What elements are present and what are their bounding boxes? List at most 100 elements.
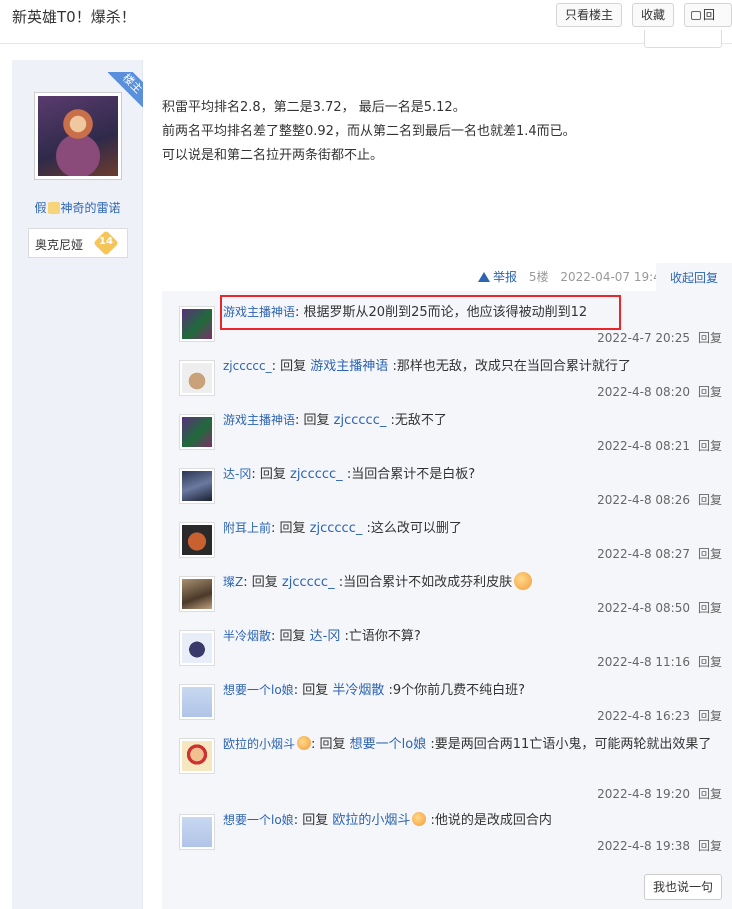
- reply-word: 回复: [251, 575, 282, 590]
- reply-username[interactable]: 欧拉的小烟斗: [223, 737, 295, 751]
- author-name-prefix: 假: [34, 201, 47, 215]
- header-tab-edge: [644, 30, 722, 48]
- reply-username[interactable]: 附耳上前: [223, 521, 271, 535]
- reply-body: :9个你前几费不纯白班?: [388, 683, 526, 698]
- reply-body: :这么改可以删了: [366, 521, 462, 536]
- reply-username[interactable]: 半冷烟散: [223, 629, 271, 643]
- reply-to-comment-link[interactable]: 回复: [698, 839, 722, 853]
- favorite-button[interactable]: 收藏: [632, 3, 675, 27]
- warning-icon: [478, 272, 490, 282]
- reply-avatar[interactable]: [179, 522, 215, 558]
- reply-time: 2022-4-8 19:38: [597, 839, 690, 853]
- reply-text: 想要一个lo娘: 回复 欧拉的小烟斗 :他说的是改成回合内: [223, 812, 552, 828]
- reply-to-comment-link[interactable]: 回复: [698, 493, 722, 507]
- reply-body: :他说的是改成回合内: [430, 813, 552, 828]
- reply-username[interactable]: zjccccc_: [223, 359, 272, 373]
- reply-avatar[interactable]: [179, 576, 215, 612]
- reply-target-user[interactable]: zjccccc_: [290, 467, 343, 482]
- reply-username[interactable]: 游戏主播神语: [223, 305, 295, 319]
- reply-username[interactable]: 达-冈: [223, 467, 251, 481]
- reply-target-user[interactable]: zjccccc_: [282, 575, 335, 590]
- op-ribbon: 楼主: [108, 72, 143, 107]
- collapse-replies-link[interactable]: 收起回复: [656, 263, 732, 293]
- report-link[interactable]: 举报: [478, 270, 517, 284]
- reply-time: 2022-4-8 16:23: [597, 709, 690, 723]
- reply-body: :无敌不了: [390, 413, 447, 428]
- reply-to-comment-link[interactable]: 回复: [698, 601, 722, 615]
- reply-body: :当回合累计不是白板?: [346, 467, 476, 482]
- forum-level-badge[interactable]: 奥克尼娅 14: [28, 228, 128, 258]
- reply-word: 回复: [259, 467, 290, 482]
- reply-icon: [691, 11, 701, 20]
- reply-username[interactable]: 想要一个lo娘: [223, 683, 294, 697]
- reply-button[interactable]: 回复: [684, 3, 732, 44]
- only-op-button[interactable]: 只看楼主: [556, 3, 623, 27]
- reply-to-comment-link[interactable]: 回复: [698, 331, 722, 345]
- op-badge: 楼主: [108, 72, 143, 107]
- reply-target-user[interactable]: 达-冈: [310, 629, 341, 644]
- say-something-button[interactable]: 我也说一句: [644, 874, 722, 900]
- reply-time: 2022-4-8 11:16: [597, 655, 690, 669]
- reply-body: 根据罗斯从20削到25而论，他应该得被动削到12: [303, 305, 588, 320]
- reply-meta: 2022-4-7 20:25 回复: [597, 329, 722, 346]
- reply-avatar[interactable]: [179, 814, 215, 850]
- avatar-image: [182, 817, 212, 847]
- reply-avatar[interactable]: [179, 738, 215, 774]
- reply-text: 达-冈: 回复 zjccccc_ :当回合累计不是白板?: [223, 467, 476, 482]
- thread-header: 新英雄T0！爆杀！ 只看楼主 收藏 回复: [0, 0, 732, 48]
- reply-username[interactable]: 想要一个lo娘: [223, 813, 294, 827]
- reply-target-user[interactable]: zjccccc_: [310, 521, 363, 536]
- reply-target-user[interactable]: 半冷烟散: [332, 683, 384, 698]
- reply-item: 想要一个lo娘: 回复 半冷烟散 :9个你前几费不纯白班? 2022-4-8 16…: [162, 669, 732, 723]
- reply-to-comment-link[interactable]: 回复: [698, 385, 722, 399]
- reply-item: 璨Z: 回复 zjccccc_ :当回合累计不如改成芬利皮肤 2022-4-8 0…: [162, 561, 732, 615]
- reply-avatar[interactable]: [179, 684, 215, 720]
- reply-meta: 2022-4-8 08:27 回复: [597, 545, 722, 562]
- reply-text: 半冷烟散: 回复 达-冈 :亡语你不算?: [223, 629, 421, 644]
- reply-meta: 2022-4-8 08:21 回复: [597, 437, 722, 454]
- reply-to-comment-link[interactable]: 回复: [698, 655, 722, 669]
- post-line: 可以说是和第二名拉开两条街都不止。: [162, 148, 384, 163]
- author-name[interactable]: 假神奇的雷诺: [12, 199, 143, 216]
- reply-word: 回复: [279, 521, 310, 536]
- reply-text: 璨Z: 回复 zjccccc_ :当回合累计不如改成芬利皮肤: [223, 571, 723, 594]
- post-line: 积雷平均排名2.8，第二是3.72， 最后一名是5.12。: [162, 100, 466, 115]
- reply-time: 2022-4-8 08:50: [597, 601, 690, 615]
- author-name-suffix: 神奇的雷诺: [60, 201, 121, 215]
- reply-avatar[interactable]: [179, 360, 215, 396]
- reply-to-comment-link[interactable]: 回复: [698, 439, 722, 453]
- reply-text: zjccccc_: 回复 游戏主播神语 :那样也无敌，改成只在当回合累计就行了: [223, 359, 631, 374]
- emoji-icon: [412, 812, 427, 826]
- reply-target-user[interactable]: zjccccc_: [334, 413, 387, 428]
- reply-item: 想要一个lo娘: 回复 欧拉的小烟斗 :他说的是改成回合内 2022-4-8 19…: [162, 799, 732, 853]
- reply-body: :要是两回合两11亡语小鬼，可能两轮就出效果了: [430, 737, 712, 752]
- reply-username[interactable]: 璨Z: [223, 575, 243, 589]
- reply-word: 回复: [319, 737, 350, 752]
- level-icon: 14: [93, 230, 119, 256]
- reply-text: 欧拉的小烟斗: 回复 想要一个lo娘 :要是两回合两11亡语小鬼，可能两轮就出效…: [223, 736, 712, 752]
- reply-to-comment-link[interactable]: 回复: [698, 709, 722, 723]
- reply-time: 2022-4-8 08:20: [597, 385, 690, 399]
- reply-target-user[interactable]: 欧拉的小烟斗: [332, 813, 410, 828]
- post-time: 2022-04-07 19:40: [560, 270, 669, 284]
- reply-avatar[interactable]: [179, 414, 215, 450]
- forum-level-name: 奥克尼娅: [35, 238, 84, 252]
- reply-text: 想要一个lo娘: 回复 半冷烟散 :9个你前几费不纯白班?: [223, 683, 526, 698]
- reply-username[interactable]: 游戏主播神语: [223, 413, 295, 427]
- reply-text: 附耳上前: 回复 zjccccc_ :这么改可以删了: [223, 521, 462, 536]
- reply-target-user[interactable]: 想要一个lo娘: [350, 737, 427, 752]
- reply-time: 2022-4-8 08:27: [597, 547, 690, 561]
- reply-meta: 2022-4-8 11:16 回复: [597, 653, 722, 670]
- reply-time: 2022-4-7 20:25: [597, 331, 690, 345]
- reply-text: 游戏主播神语: 根据罗斯从20削到25而论，他应该得被动削到12: [223, 305, 588, 320]
- reply-item: 附耳上前: 回复 zjccccc_ :这么改可以删了 2022-4-8 08:27…: [162, 507, 732, 561]
- reply-target-user[interactable]: 游戏主播神语: [310, 359, 388, 374]
- post-content: 积雷平均排名2.8，第二是3.72， 最后一名是5.12。 前两名平均排名差了整…: [162, 96, 722, 168]
- avatar-image: [182, 471, 212, 501]
- member-icon: [47, 202, 60, 214]
- reply-avatar[interactable]: [179, 306, 215, 342]
- reply-time: 2022-4-8 08:21: [597, 439, 690, 453]
- reply-avatar[interactable]: [179, 630, 215, 666]
- reply-avatar[interactable]: [179, 468, 215, 504]
- reply-to-comment-link[interactable]: 回复: [698, 547, 722, 561]
